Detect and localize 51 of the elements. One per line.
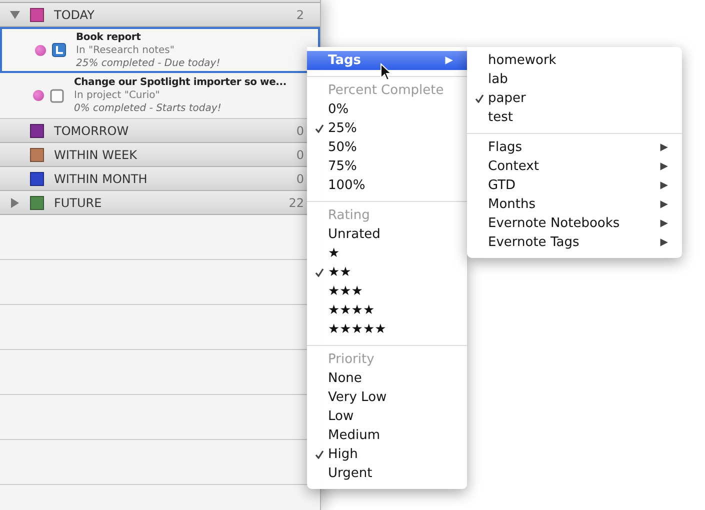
submenu-item[interactable]: Evernote Tags ▶ [467, 233, 682, 252]
menu-item[interactable]: High [307, 445, 467, 464]
task-location: In project "Curio" [74, 89, 161, 102]
submenu-item[interactable]: Flags ▶ [467, 138, 682, 157]
tag-menu-item[interactable]: test [467, 108, 682, 127]
menu-item[interactable]: Very Low [307, 388, 467, 407]
group-count: 0 [296, 172, 304, 186]
submenu-item[interactable]: GTD ▶ [467, 176, 682, 195]
menu-item[interactable]: ★★★★★ [307, 320, 467, 339]
mouse-pointer-icon [380, 63, 392, 81]
tag-menu-item[interactable]: paper [467, 89, 682, 108]
tags-menu-item[interactable]: Tags ▶ [307, 51, 467, 70]
menu-item[interactable]: ★ [307, 244, 467, 263]
task-location: In "Research notes" [76, 44, 176, 56]
menu-item[interactable]: ★★★ [307, 282, 467, 301]
menu-item[interactable]: Urgent [307, 464, 467, 483]
task-title: Book report [76, 30, 142, 44]
disclosure-triangle-icon[interactable] [11, 198, 19, 208]
submenu-item[interactable]: Context ▶ [467, 157, 682, 176]
group-label: TOMORROW [54, 124, 130, 138]
task-status: 0% completed - Starts today! [74, 102, 222, 115]
task-row[interactable]: Book report In "Research notes" 25% completed - Due today! [0, 27, 320, 73]
group-label: WITHIN MONTH [54, 172, 148, 186]
group-count: 22 [288, 196, 304, 210]
checkbox-icon[interactable] [50, 88, 64, 102]
menu-section-heading: Rating [327, 207, 371, 225]
disclosure-triangle-icon[interactable] [10, 10, 20, 18]
group-label: WITHIN WEEK [54, 148, 138, 162]
submenu-item[interactable]: Months ▶ [467, 195, 682, 214]
task-title: Change our Spotlight importer so we... [74, 76, 286, 89]
group-label: FUTURE [54, 196, 103, 210]
group-count: 0 [296, 148, 304, 162]
note-icon [52, 43, 66, 57]
menu-item[interactable]: None [307, 369, 467, 388]
menu-item[interactable]: ★★★★ [307, 301, 467, 320]
menu-item[interactable]: Unrated [307, 225, 467, 244]
submenu-item[interactable]: Evernote Notebooks ▶ [467, 214, 682, 233]
menu-item[interactable]: Low [307, 407, 467, 426]
group-count: 0 [296, 124, 304, 138]
menu-section-heading: Priority [327, 351, 376, 369]
menu-item[interactable]: Medium [307, 426, 467, 445]
group-count: 2 [296, 8, 304, 22]
task-status: 25% completed - Due today! [76, 56, 220, 70]
group-header[interactable]: TODAY 2 [0, 3, 320, 27]
menu-section-heading: Percent Complete [327, 82, 445, 100]
priority-dot-icon [33, 90, 44, 101]
menu-item[interactable]: ★★ [307, 263, 467, 282]
tag-menu-item[interactable]: lab [467, 70, 682, 89]
tag-menu-item[interactable]: homework [467, 51, 682, 70]
group-label: TODAY [54, 8, 96, 22]
priority-dot-icon [35, 44, 46, 56]
